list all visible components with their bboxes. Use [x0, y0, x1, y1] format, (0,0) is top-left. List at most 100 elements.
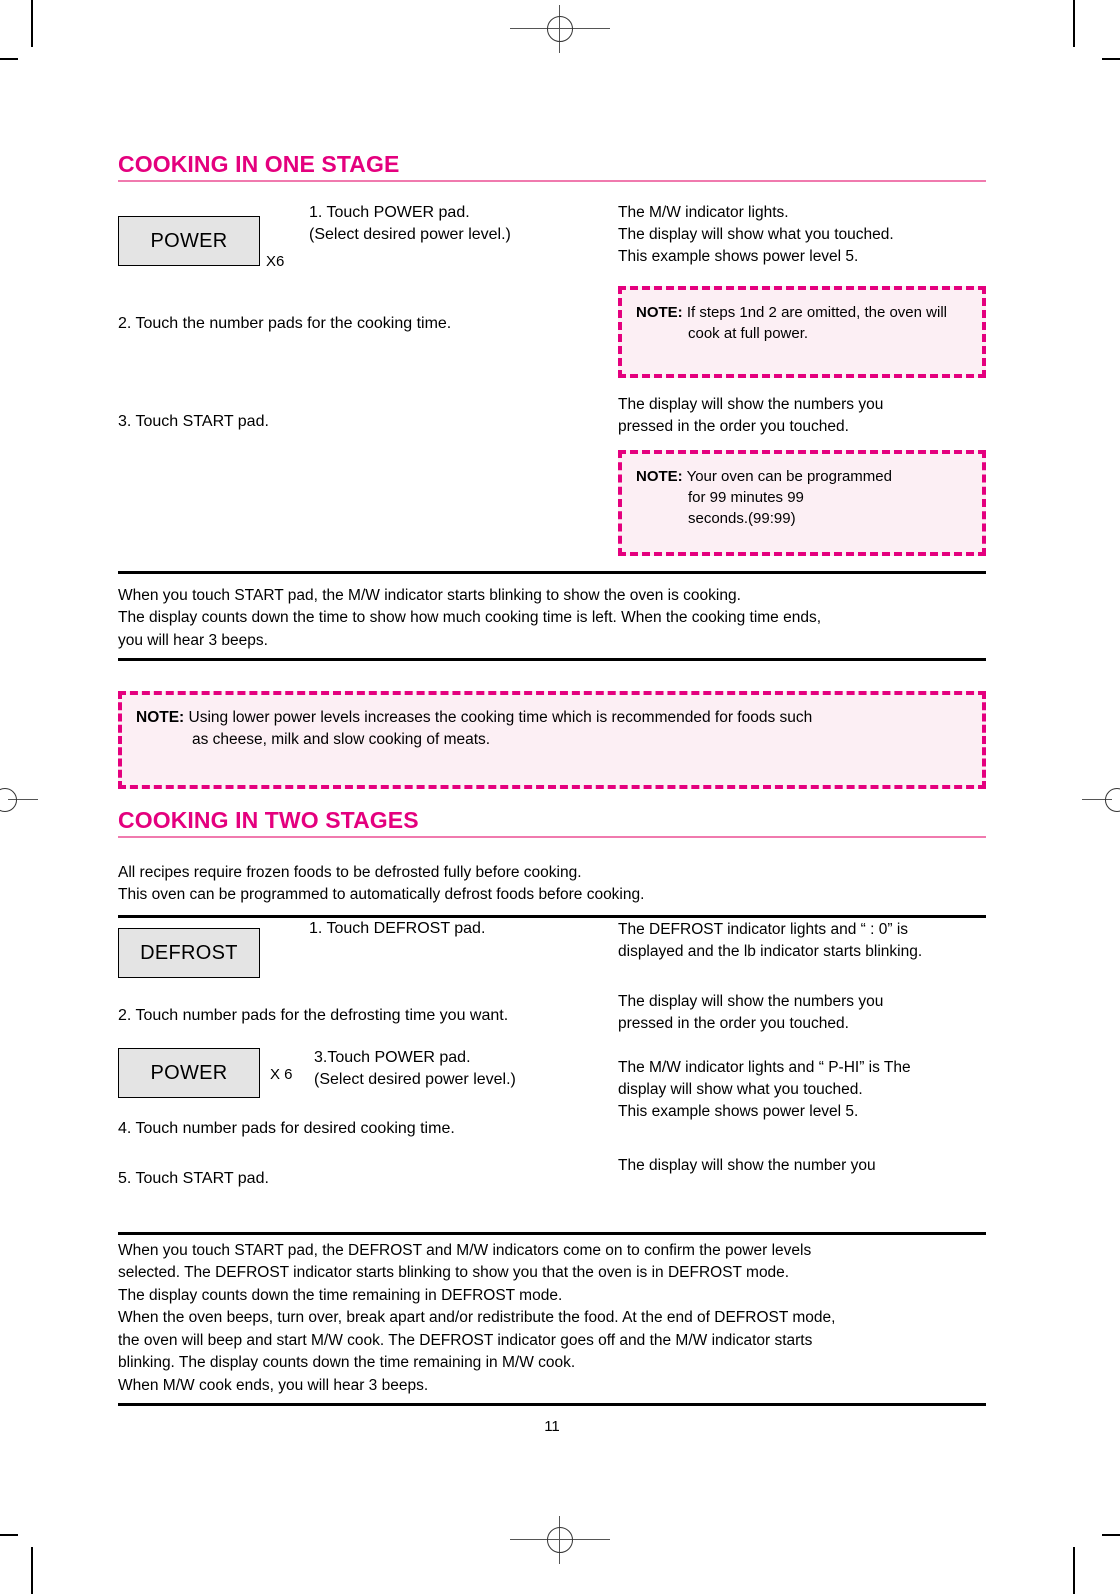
section-one-summary-line3: you will hear 3 beeps.	[118, 631, 268, 649]
section-two-summary-line7: When M/W cook ends, you will hear 3 beep…	[118, 1376, 429, 1394]
registration-mark-left	[0, 788, 40, 812]
section-one-divider-bottom	[118, 658, 986, 661]
step-one-result-line1: The M/W indicator lights.	[618, 204, 789, 221]
section-one-title: COOKING IN ONE STAGE	[118, 151, 400, 177]
registration-mark-bottom	[510, 1516, 610, 1564]
section-two-summary-line3: The display counts down the time remaini…	[118, 1286, 563, 1304]
step-two-instruction-line1: 2. Touch the number pads for the cooking…	[118, 315, 452, 332]
page-number: 11	[544, 1418, 560, 1435]
two-stage-step-three-result: The M/W indicator lights and “ P-HI” is …	[618, 1057, 990, 1123]
two-stage-step-three-instruction: 3.Touch POWER pad. (Select desired power…	[314, 1047, 634, 1091]
section-cooking-two-stages: COOKING IN TWO STAGES	[118, 808, 986, 848]
crop-mark-top-right-v	[1073, 0, 1075, 47]
two-stage-step-four-instruction-line1: 4. Touch number pads for desired cooking…	[118, 1120, 455, 1137]
note-label: NOTE:	[136, 709, 185, 726]
note-box-lower-power-line2: as cheese, milk and slow cooking of meat…	[192, 730, 491, 748]
note-box-full-power-text: NOTE: If steps 1nd 2 are omitted, the ov…	[636, 302, 968, 344]
note-box-max-time-line1: NOTE: Your oven can be programmed	[636, 466, 968, 487]
section-two-title-rule	[118, 836, 986, 838]
step-one-result-line2: The display will show what you touched.	[618, 226, 894, 243]
section-two-intro-line2: This oven can be programmed to automatic…	[118, 886, 645, 904]
step-two-instruction: 2. Touch the number pads for the cooking…	[118, 313, 588, 335]
step-one-instruction-line2: (Select desired power level.)	[309, 226, 511, 244]
power-pad-button-label-two: POWER	[118, 1048, 260, 1098]
two-stage-step-one-instruction-line1: 1. Touch DEFROST pad.	[309, 920, 486, 937]
step-three-result-line1: The display will show the numbers you	[618, 396, 884, 413]
step-three-result-line2: pressed in the order you touched.	[618, 418, 849, 435]
crop-mark-top-left-h	[0, 58, 18, 60]
two-stage-step-four-instruction: 4. Touch number pads for desired cooking…	[118, 1118, 598, 1140]
crop-mark-bottom-right-v	[1073, 1547, 1075, 1594]
note-box-lower-power-body1: Using lower power levels increases the c…	[188, 709, 813, 726]
section-two-summary-line4: When the oven beeps, turn over, break ap…	[118, 1309, 836, 1327]
page-footer-rule	[118, 1403, 986, 1406]
crop-mark-bottom-left-h	[0, 1534, 18, 1536]
two-stage-step-three-instruction-line2: (Select desired power level.)	[314, 1071, 516, 1089]
two-stage-step-three-result-line2: display will show what you touched.	[618, 1081, 863, 1098]
note-label: NOTE:	[636, 468, 683, 485]
step-three-instruction: 3. Touch START pad.	[118, 411, 588, 433]
note-box-lower-power-text: NOTE: Using lower power levels increases…	[136, 707, 968, 750]
two-stage-step-one-instruction: 1. Touch DEFROST pad.	[309, 918, 629, 940]
crop-mark-top-left-v	[31, 0, 33, 47]
step-one-pad-button[interactable]: POWER	[118, 216, 260, 266]
two-stage-step-five-result-line1: The display will show the number you	[618, 1157, 876, 1174]
two-stage-step-five-instruction-line1: 5. Touch START pad.	[118, 1170, 269, 1187]
section-two-summary: When you touch START pad, the DEFROST an…	[118, 1240, 986, 1397]
step-one-instruction-line1: 1. Touch POWER pad.	[309, 204, 470, 221]
two-stage-step-five-instruction: 5. Touch START pad.	[118, 1168, 598, 1190]
section-cooking-one-stage: COOKING IN ONE STAGE	[118, 152, 986, 192]
section-one-summary-line2: The display counts down the time to show…	[118, 609, 822, 627]
two-stage-step-three-instruction-line1: 3.Touch POWER pad.	[314, 1049, 471, 1066]
note-label: NOTE:	[636, 304, 683, 321]
registration-mark-top	[510, 5, 610, 53]
note-box-lower-power-line1: NOTE: Using lower power levels increases…	[136, 707, 968, 729]
step-one-result-line3: This example shows power level 5.	[618, 248, 859, 265]
section-two-intro: All recipes require frozen foods to be d…	[118, 862, 986, 907]
note-box-lower-power: NOTE: Using lower power levels increases…	[118, 691, 986, 789]
step-three-instruction-line1: 3. Touch START pad.	[118, 413, 269, 430]
two-stage-step-two-result-line2: pressed in the order you touched.	[618, 1015, 849, 1032]
note-box-max-time-text: NOTE: Your oven can be programmed for 99…	[636, 466, 968, 529]
section-two-summary-line6: blinking. The display counts down the ti…	[118, 1354, 576, 1372]
step-one-instruction: 1. Touch POWER pad. (Select desired powe…	[309, 202, 629, 246]
two-stage-step-two-instruction: 2. Touch number pads for the defrosting …	[118, 1005, 598, 1027]
registration-mark-right	[1080, 788, 1120, 812]
section-two-intro-line1: All recipes require frozen foods to be d…	[118, 864, 582, 881]
two-stage-step-three-result-line3: This example shows power level 5.	[618, 1103, 859, 1120]
two-stage-step-two-result: The display will show the numbers you pr…	[618, 991, 990, 1035]
two-stage-step-three-result-line1: The M/W indicator lights and “ P-HI” is …	[618, 1059, 911, 1076]
step-three-result: The display will show the numbers you pr…	[618, 394, 988, 438]
note-box-full-power: NOTE: If steps 1nd 2 are omitted, the ov…	[618, 286, 986, 378]
two-stage-step-one-result: The DEFROST indicator lights and “ : 0” …	[618, 919, 990, 963]
crop-mark-top-right-h	[1102, 58, 1120, 60]
note-box-max-time: NOTE: Your oven can be programmed for 99…	[618, 450, 986, 556]
crop-mark-bottom-right-h	[1102, 1534, 1120, 1536]
two-stage-step-two-result-line1: The display will show the numbers you	[618, 993, 884, 1010]
power-pad-button-label: POWER	[118, 216, 260, 266]
step-one-result: The M/W indicator lights. The display wi…	[618, 202, 988, 268]
section-two-summary-line1: When you touch START pad, the DEFROST an…	[118, 1242, 812, 1259]
note-box-max-time-line3: seconds.(99:99)	[688, 510, 796, 527]
note-box-max-time-body1: Your oven can be programmed	[686, 468, 892, 485]
crop-mark-bottom-left-v	[31, 1547, 33, 1594]
section-one-summary: When you touch START pad, the M/W indica…	[118, 585, 986, 652]
two-stage-step-five-result: The display will show the number you	[618, 1155, 990, 1177]
two-stage-step-one-pad-button[interactable]: DEFROST	[118, 928, 260, 978]
two-stage-step-three-pad-button[interactable]: POWER	[118, 1048, 260, 1098]
step-one-pad-multiplier: X6	[266, 253, 285, 270]
two-stage-step-two-instruction-line1: 2. Touch number pads for the defrosting …	[118, 1007, 509, 1024]
note-box-full-power-body: If steps 1nd 2 are omitted, the oven wil…	[686, 304, 947, 342]
section-one-title-rule	[118, 180, 986, 182]
section-two-divider-bottom	[118, 1232, 986, 1235]
section-two-summary-line2: selected. The DEFROST indicator starts b…	[118, 1264, 790, 1282]
section-one-summary-line1: When you touch START pad, the M/W indica…	[118, 587, 741, 604]
note-box-max-time-line2: for 99 minutes 99	[688, 489, 804, 506]
two-stage-step-one-result-line1: The DEFROST indicator lights and “ : 0” …	[618, 921, 909, 938]
two-stage-step-three-pad-multiplier: X 6	[270, 1066, 293, 1083]
two-stage-step-one-result-line2: displayed and the lb indicator starts bl…	[618, 943, 923, 960]
section-two-title: COOKING IN TWO STAGES	[118, 807, 419, 833]
defrost-pad-button-label: DEFROST	[118, 928, 260, 978]
section-one-divider-top	[118, 571, 986, 574]
section-two-summary-line5: the oven will beep and start M/W cook. T…	[118, 1331, 813, 1349]
